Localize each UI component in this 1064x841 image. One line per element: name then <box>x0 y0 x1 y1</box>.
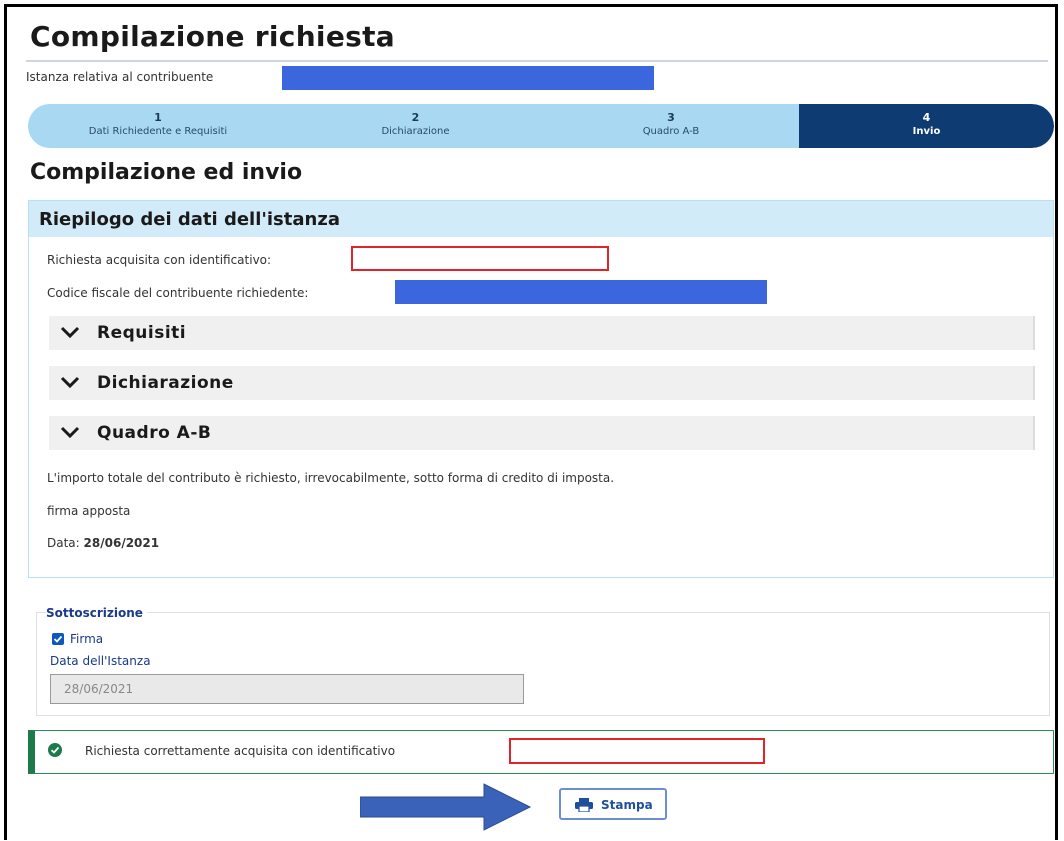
check-circle-icon <box>48 743 62 757</box>
step-2-label: Dichiarazione <box>381 126 450 137</box>
step-3-label: Quadro A-B <box>642 126 700 137</box>
check-icon <box>53 635 63 643</box>
accordion-dichiarazione-label: Dichiarazione <box>97 373 234 393</box>
date-row: Data: 28/06/2021 <box>47 536 159 550</box>
accordion-quadro-label: Quadro A-B <box>97 423 212 443</box>
title-divider <box>26 60 1048 62</box>
chevron-down-icon <box>60 426 80 439</box>
accordion-requisiti[interactable]: Requisiti <box>49 316 1035 350</box>
instance-date-field[interactable]: 28/06/2021 <box>50 674 524 704</box>
section-title: Compilazione ed invio <box>30 160 303 185</box>
alert-id-redaction <box>509 738 765 764</box>
step-4-number: 4 <box>922 111 931 124</box>
success-alert-text: Richiesta correttamente acquisita con id… <box>85 744 396 758</box>
summary-header: Riepilogo dei dati dell'istanza <box>29 201 1053 237</box>
right-arrow-icon <box>360 783 532 831</box>
step-1[interactable]: 1 Dati Richiedente e Requisiti <box>28 104 288 148</box>
step-1-number: 1 <box>154 111 162 124</box>
signature-text: firma apposta <box>47 504 131 518</box>
statement-text: L'importo totale del contributo è richie… <box>47 471 615 485</box>
fiscal-code-redaction <box>395 280 767 304</box>
request-id-redaction <box>351 246 609 271</box>
fiscal-code-label: Codice fiscale del contribuente richiede… <box>47 286 309 300</box>
wizard-stepper: 1 Dati Richiedente e Requisiti 2 Dichiar… <box>28 104 1054 148</box>
step-3[interactable]: 3 Quadro A-B <box>543 104 799 148</box>
chevron-down-icon <box>60 376 80 389</box>
date-label: Data: <box>47 536 80 550</box>
success-alert: Richiesta correttamente acquisita con id… <box>28 730 1054 774</box>
page-title: Compilazione richiesta <box>30 20 395 53</box>
summary-header-title: Riepilogo dei dati dell'istanza <box>39 209 340 230</box>
contributor-label: Istanza relativa al contribuente <box>26 70 214 84</box>
request-id-label: Richiesta acquisita con identificativo: <box>47 253 272 267</box>
step-1-label: Dati Richiedente e Requisiti <box>88 126 228 137</box>
contributor-redaction <box>282 66 654 90</box>
chevron-down-icon <box>60 326 80 339</box>
print-button-label: Stampa <box>601 798 653 812</box>
step-4-label: Invio <box>912 126 941 137</box>
instance-date-label: Data dell'Istanza <box>50 654 151 668</box>
print-button[interactable]: Stampa <box>559 788 667 820</box>
accordion-dichiarazione[interactable]: Dichiarazione <box>49 366 1035 400</box>
subscription-legend: Sottoscrizione <box>46 606 147 620</box>
accordion-quadro[interactable]: Quadro A-B <box>49 416 1035 450</box>
firma-checkbox[interactable] <box>52 633 64 645</box>
printer-icon <box>575 798 593 812</box>
step-3-number: 3 <box>667 111 675 124</box>
accordion-requisiti-label: Requisiti <box>97 323 187 343</box>
summary-panel: Riepilogo dei dati dell'istanza Richiest… <box>28 200 1054 578</box>
step-2[interactable]: 2 Dichiarazione <box>288 104 543 148</box>
date-value: 28/06/2021 <box>83 536 160 550</box>
step-4[interactable]: 4 Invio <box>799 104 1054 148</box>
step-2-number: 2 <box>411 111 420 124</box>
firma-label: Firma <box>70 632 104 646</box>
